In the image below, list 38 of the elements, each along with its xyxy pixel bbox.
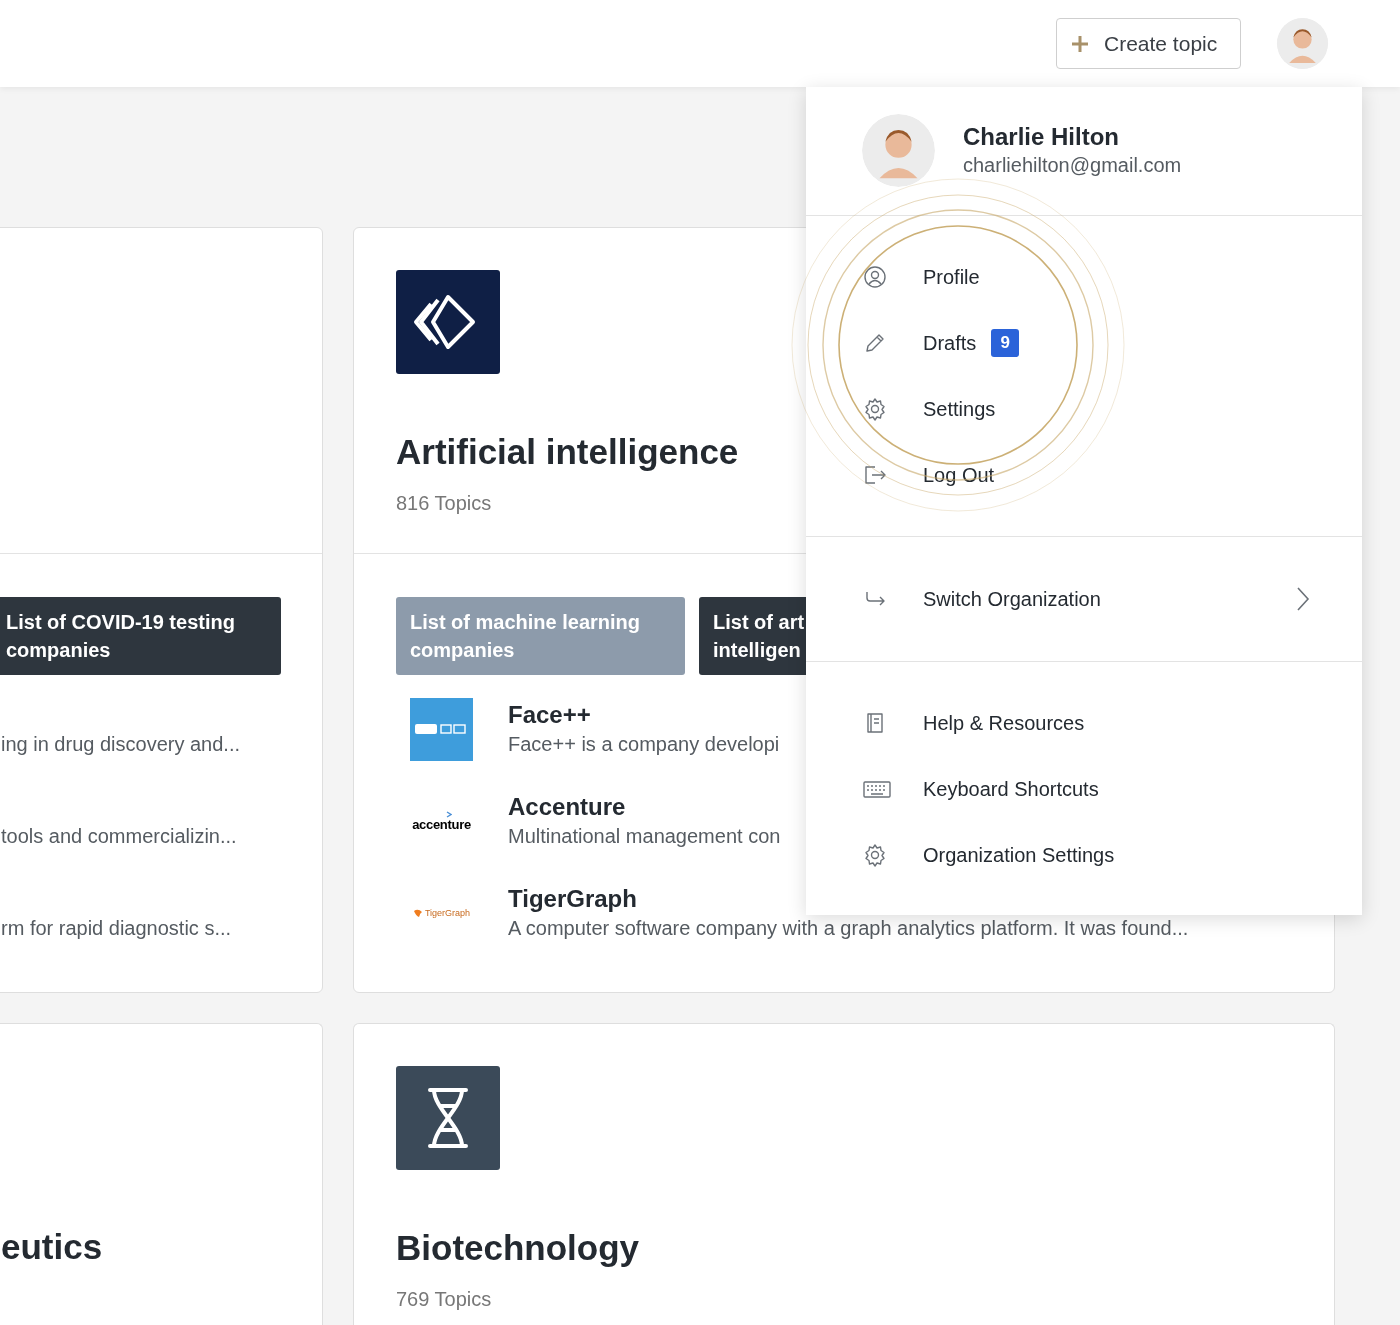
- topic-count: 769 Topics: [396, 1287, 493, 1312]
- menu-item[interactable]: Log Out: [806, 442, 1362, 508]
- count-badge: 9: [991, 329, 1020, 357]
- menu-item[interactable]: Switch Organization: [806, 566, 1362, 632]
- company-description: Face++ is a company developi: [508, 732, 780, 757]
- company-description: ing in drug discovery and...: [1, 732, 241, 757]
- user-email: charliehilton@gmail.com: [963, 153, 1182, 178]
- company-logo: TigerGraph: [424, 908, 471, 918]
- list-tag[interactable]: List of COVID-19 testing companies: [0, 597, 281, 675]
- company-description: tools and commercializin...: [1, 824, 237, 849]
- settings-icon: [863, 397, 887, 421]
- menu-item[interactable]: Drafts 9: [806, 310, 1362, 376]
- topic-title: Biotechnology: [396, 1228, 641, 1268]
- company-name: Accenture: [508, 792, 627, 822]
- user-icon: [863, 265, 887, 289]
- topic-title: eutics: [1, 1227, 104, 1267]
- company-description: Multinational management con: [508, 824, 781, 849]
- menu-item[interactable]: Profile: [806, 244, 1362, 310]
- list-tag[interactable]: List of art intelligen: [699, 597, 807, 675]
- create-topic-button[interactable]: Create topic: [1056, 18, 1241, 69]
- plus-icon: [1070, 33, 1090, 54]
- company-name: TigerGraph: [508, 884, 638, 914]
- menu-item[interactable]: Help & Resources: [806, 690, 1362, 756]
- logout-icon: [863, 463, 887, 487]
- menu-item[interactable]: Settings: [806, 376, 1362, 442]
- company-name: Face++: [508, 700, 592, 730]
- dna-icon: [396, 1066, 500, 1170]
- topic-count: 816 Topics: [396, 491, 493, 516]
- company-description: A computer software company with a graph analytics platform. It was found...: [508, 916, 1189, 941]
- company-logo: accenture: [412, 817, 471, 832]
- menu-item[interactable]: Keyboard Shortcuts: [806, 756, 1362, 822]
- topic-title: Artificial intelligence: [396, 432, 740, 472]
- tiger-icon: [412, 908, 423, 918]
- user-name: Charlie Hilton: [963, 122, 1120, 152]
- company-description: rm for rapid diagnostic s...: [1, 916, 232, 941]
- menu-item[interactable]: Organization Settings: [806, 822, 1362, 888]
- company-logo-icon: [410, 697, 473, 761]
- settings-icon: [863, 843, 887, 867]
